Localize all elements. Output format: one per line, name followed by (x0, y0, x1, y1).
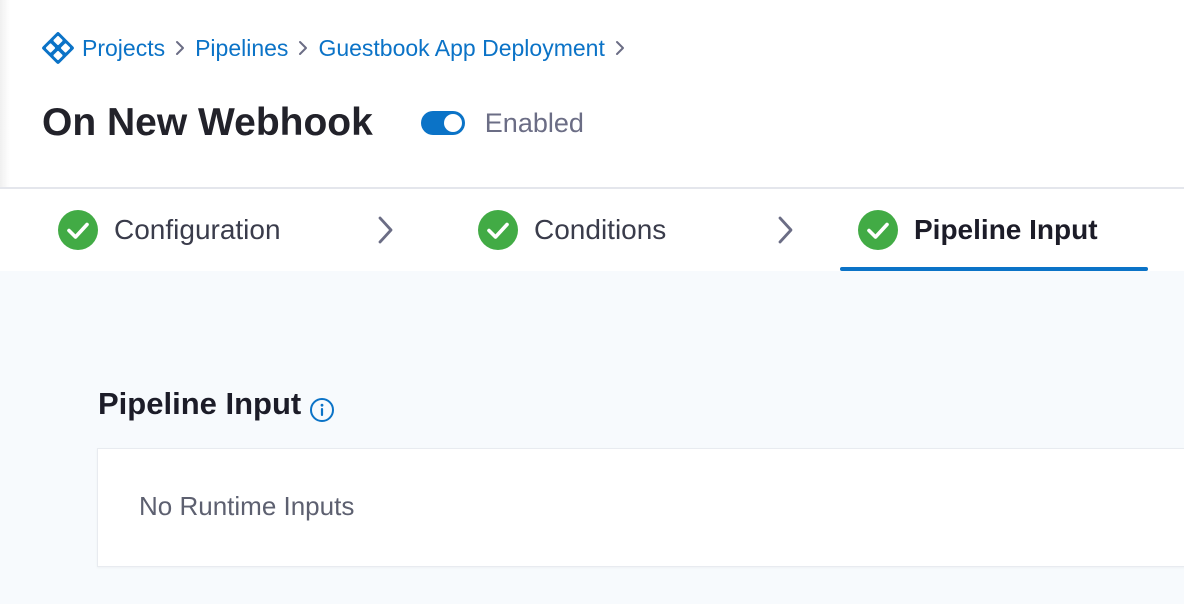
chevron-right-icon (774, 213, 798, 247)
harness-logo-icon (42, 32, 74, 64)
chevron-right-icon (609, 39, 631, 57)
tab-label: Conditions (534, 214, 667, 245)
check-circle-icon (58, 210, 98, 250)
tab-conditions[interactable]: Conditions (478, 189, 666, 271)
empty-state-message: No Runtime Inputs (139, 491, 355, 521)
breadcrumb: Projects Pipelines Guestbook App Deploym… (42, 32, 635, 64)
section-title: Pipeline Input (98, 386, 302, 421)
check-circle-icon (478, 210, 518, 250)
chevron-right-icon (292, 39, 314, 57)
chevron-right-icon (169, 39, 191, 57)
check-circle-icon (858, 210, 898, 250)
chevron-right-icon (374, 213, 398, 247)
wizard-tabs: Configuration Conditions Pipeline Input (0, 187, 1184, 273)
tab-label: Pipeline Input (914, 214, 1098, 245)
tab-configuration[interactable]: Configuration (58, 189, 281, 271)
section-header: Pipeline Input (98, 385, 335, 423)
tab-label: Configuration (114, 214, 281, 245)
info-icon[interactable] (309, 397, 335, 423)
tab-pipeline-input[interactable]: Pipeline Input (858, 189, 1098, 271)
toggle-knob (443, 114, 462, 132)
main-content: Pipeline Input No Runtime Inputs (0, 271, 1184, 604)
breadcrumb-pipeline-link[interactable]: Guestbook App Deployment (318, 35, 604, 62)
breadcrumb-pipelines-link[interactable]: Pipelines (195, 35, 288, 62)
breadcrumb-projects-link[interactable]: Projects (82, 35, 165, 62)
toggle-label: Enabled (484, 107, 584, 138)
page-title: On New Webhook (42, 101, 373, 144)
pipeline-input-card: No Runtime Inputs (97, 448, 1184, 567)
title-row: On New Webhook Enabled (42, 98, 584, 148)
trigger-editor-page: Projects Pipelines Guestbook App Deploym… (0, 0, 1184, 604)
enabled-toggle[interactable] (420, 111, 465, 135)
